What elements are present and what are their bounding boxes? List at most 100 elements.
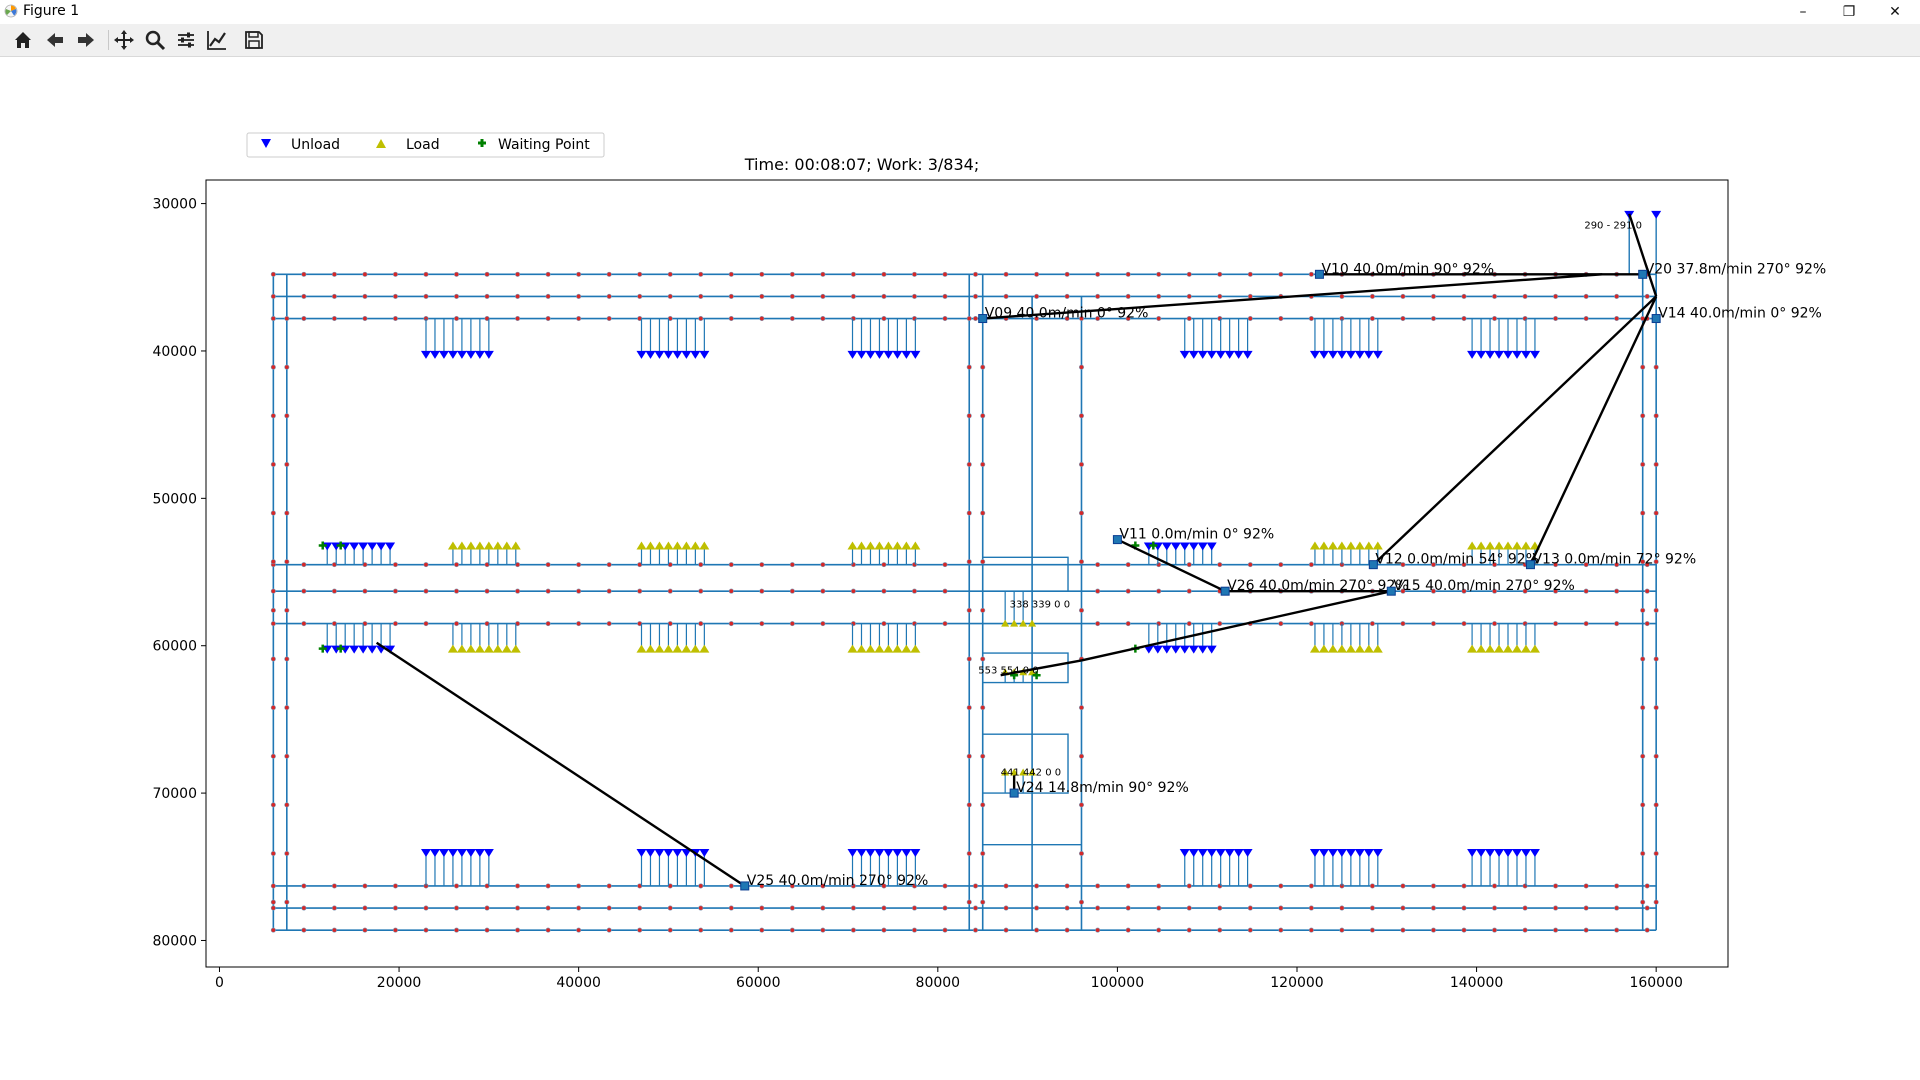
track-node [1461,316,1467,322]
track-node [1217,927,1223,933]
forward-button[interactable] [72,27,100,53]
load-marker [1318,644,1329,653]
track-node [545,588,551,594]
unload-marker [654,849,665,858]
track-node [1247,316,1253,322]
unload-marker [1494,350,1505,359]
track-node [1644,927,1650,933]
edit-axis-button[interactable] [203,27,231,53]
track-node [331,883,337,889]
unload-marker [1372,849,1383,858]
track-node [1278,562,1284,568]
unload-marker [349,542,360,551]
load-marker [1354,644,1365,653]
vehicle-label: V11 0.0m/min 0° 92% [1119,527,1274,543]
vehicle-label: V10 40.0m/min 90° 92% [1321,261,1494,277]
track-node [980,607,986,613]
track-node [966,656,972,662]
track-node [1430,883,1436,889]
close-button[interactable]: ✕ [1872,0,1918,24]
track-node [1217,562,1223,568]
track-node [1369,293,1375,299]
load-marker [456,644,467,653]
track-node [331,316,337,322]
load-marker [1363,541,1374,550]
track-node [270,851,276,857]
figure-canvas[interactable]: Unload Load Waiting Point Time: 00:08:07… [0,57,1920,1080]
track-node [698,562,704,568]
track-node [728,562,734,568]
track-node [1400,905,1406,911]
track-node [980,510,986,516]
load-marker [1494,644,1505,653]
load-marker [910,644,921,653]
back-button[interactable] [41,27,69,53]
maximize-button[interactable]: ❐ [1826,0,1872,24]
home-button[interactable] [9,27,37,53]
track-node [1461,621,1467,627]
track-node [1522,927,1528,933]
track-node [423,927,429,933]
track-node [1400,621,1406,627]
minimize-icon: – [1799,4,1807,20]
track-node [301,316,307,322]
track-node [454,588,460,594]
save-button[interactable] [240,27,268,53]
track-node [545,316,551,322]
track-node [1522,883,1528,889]
track-node [1369,905,1375,911]
track-node [1614,316,1620,322]
navigation-toolbar [0,24,1920,57]
track-node [1034,905,1040,911]
track-node [637,271,643,277]
track-node [392,883,398,889]
track-node [284,705,290,711]
track-node [1640,364,1646,370]
unload-marker [474,350,485,359]
track-node [515,316,521,322]
track-node [1339,905,1345,911]
track-node [1278,316,1284,322]
zoom-button[interactable] [141,27,169,53]
unload-marker [1215,350,1226,359]
minimize-button[interactable]: – [1780,0,1826,24]
unload-marker [663,350,674,359]
track-node [911,905,917,911]
unload-marker [349,645,360,654]
unload-marker [367,542,378,551]
track-node [270,413,276,419]
load-marker [1327,541,1338,550]
track-node [576,927,582,933]
track-node [1369,927,1375,933]
track-node [966,851,972,857]
zoom-icon [145,30,166,51]
track-node [1614,621,1620,627]
unload-marker [865,849,876,858]
unload-marker [438,849,449,858]
track-node [545,621,551,627]
subplots-button[interactable] [172,27,200,53]
track-node [881,927,887,933]
track-node [850,562,856,568]
vehicle-label: V13 0.0m/min 72° 92% [1532,552,1696,568]
track-node [284,510,290,516]
load-marker [1467,644,1478,653]
track-node [1461,905,1467,911]
track-node [1095,883,1101,889]
restore-icon: ❐ [1842,4,1856,20]
track-node [284,656,290,662]
close-icon: ✕ [1889,4,1901,20]
pan-button[interactable] [110,27,138,53]
track-node [1653,802,1659,808]
unload-marker [429,350,440,359]
track-node [1614,905,1620,911]
track-node [820,316,826,322]
track-node [1125,905,1131,911]
unload-marker [645,849,656,858]
track-node [454,927,460,933]
station-id-label: 441 442 0 0 [1001,767,1061,778]
vehicle-path-line [1529,295,1658,566]
x-tick-label: 0 [215,975,224,991]
track-node [1640,851,1646,857]
track-node [423,588,429,594]
